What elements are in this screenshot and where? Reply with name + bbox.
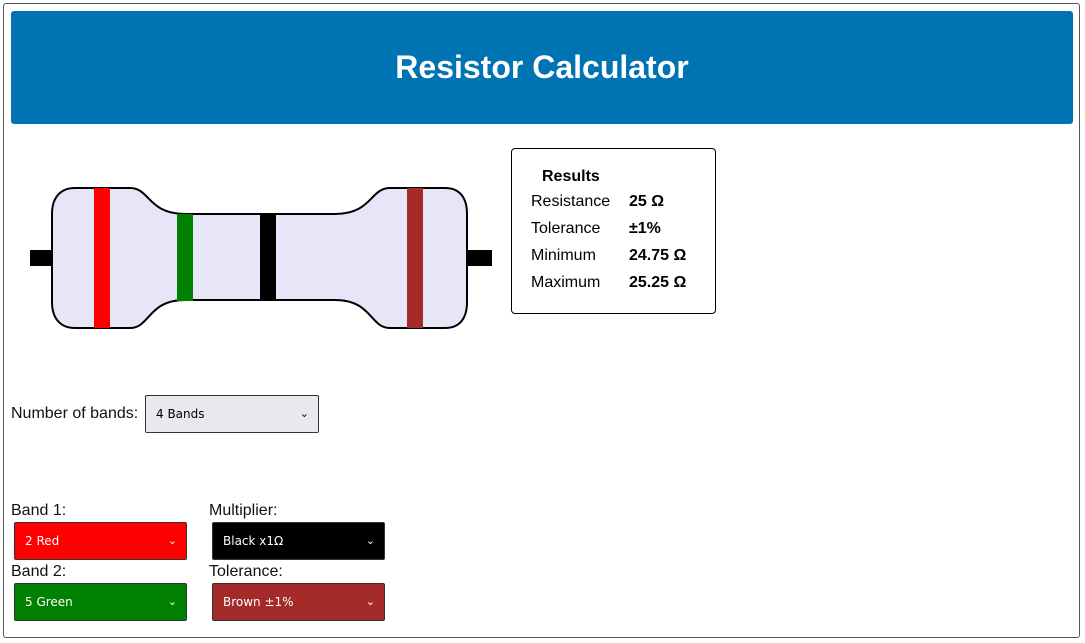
resistor-diagram	[30, 187, 492, 329]
band-2-stripe	[177, 214, 193, 301]
band1-label: Band 1:	[11, 502, 67, 519]
chevron-down-icon: ⌄	[365, 533, 375, 547]
minimum-value: 24.75 Ω	[629, 247, 687, 264]
multiplier-select[interactable]: Black x1Ω ⌄	[212, 522, 385, 560]
results-panel: Results Resistance 25 Ω Tolerance ±1% Mi…	[511, 148, 716, 314]
number-of-bands-value: 4 Bands	[156, 407, 205, 421]
tolerance-select-label: Tolerance:	[209, 563, 283, 580]
resistance-value: 25 Ω	[629, 193, 665, 210]
tolerance-select-value: Brown ±1%	[223, 595, 294, 609]
band2-value: 5 Green	[25, 595, 73, 609]
multiplier-stripe	[260, 215, 276, 300]
minimum-label: Minimum	[531, 247, 596, 264]
tolerance-label: Tolerance	[531, 220, 601, 237]
tolerance-value: ±1%	[629, 220, 661, 237]
maximum-label: Maximum	[531, 274, 601, 291]
tolerance-select[interactable]: Brown ±1% ⌄	[212, 583, 385, 621]
resistor-body	[51, 187, 468, 329]
page-title: Resistor Calculator	[395, 49, 689, 85]
multiplier-label: Multiplier:	[209, 502, 278, 519]
resistance-label: Resistance	[531, 193, 611, 210]
chevron-down-icon: ⌄	[365, 594, 375, 608]
maximum-value: 25.25 Ω	[629, 274, 687, 291]
band1-value: 2 Red	[25, 534, 60, 548]
results-title: Results	[542, 168, 600, 185]
multiplier-value: Black x1Ω	[223, 534, 284, 548]
number-of-bands-label: Number of bands:	[11, 405, 139, 422]
chevron-down-icon: ⌄	[299, 406, 309, 420]
right-lead	[466, 250, 492, 266]
number-of-bands-select[interactable]: 4 Bands ⌄	[145, 395, 319, 433]
band2-select[interactable]: 5 Green ⌄	[14, 583, 187, 621]
band-1-stripe	[94, 188, 110, 328]
page-header: Resistor Calculator	[11, 11, 1073, 124]
chevron-down-icon: ⌄	[167, 533, 177, 547]
band1-select[interactable]: 2 Red ⌄	[14, 522, 187, 560]
tolerance-stripe	[407, 188, 423, 328]
band2-label: Band 2:	[11, 563, 67, 580]
chevron-down-icon: ⌄	[167, 594, 177, 608]
